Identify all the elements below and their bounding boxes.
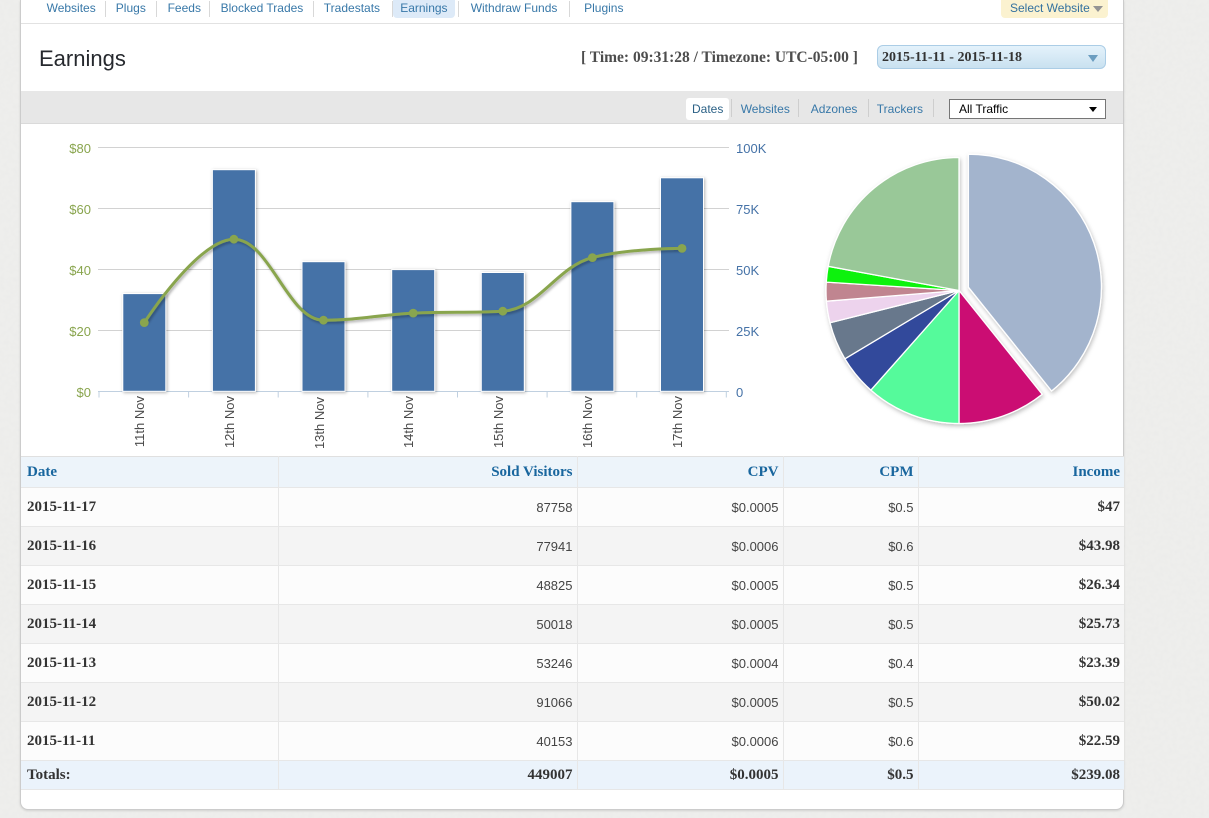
svg-text:16th Nov: 16th Nov (580, 396, 595, 449)
svg-text:$0: $0 (77, 385, 91, 400)
svg-text:100K: 100K (736, 141, 767, 156)
svg-text:$80: $80 (69, 141, 91, 156)
svg-text:75K: 75K (736, 202, 759, 217)
svg-text:13th Nov: 13th Nov (312, 397, 327, 450)
svg-text:12th Nov: 12th Nov (222, 396, 237, 449)
svg-text:14th Nov: 14th Nov (401, 396, 416, 449)
svg-text:11th Nov: 11th Nov (132, 396, 147, 448)
svg-text:50K: 50K (736, 263, 759, 278)
svg-text:17th Nov: 17th Nov (670, 396, 685, 449)
svg-text:$20: $20 (69, 324, 91, 339)
svg-text:$60: $60 (69, 202, 91, 217)
svg-text:25K: 25K (736, 324, 759, 339)
svg-text:0: 0 (736, 385, 743, 400)
svg-text:15th Nov: 15th Nov (491, 396, 506, 449)
svg-text:$40: $40 (69, 263, 91, 278)
